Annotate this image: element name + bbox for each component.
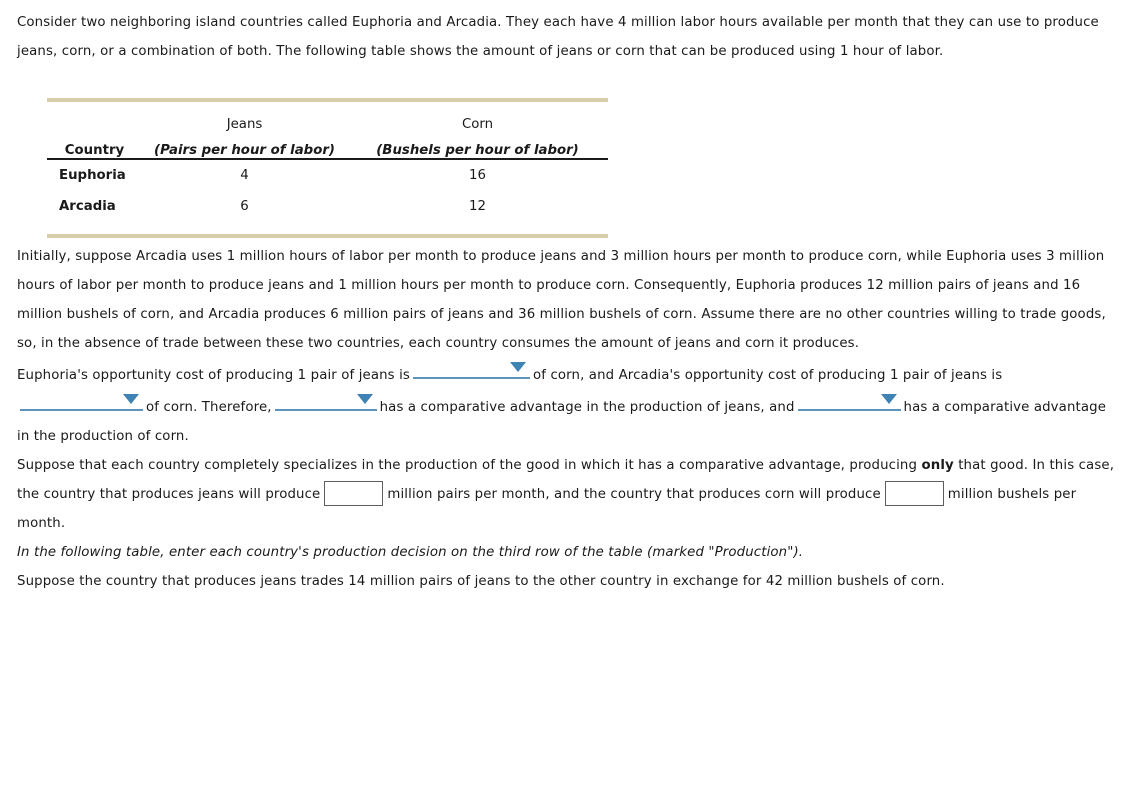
table-header-row-units: Country (Pairs per hour of labor) (Bushe… [47, 132, 608, 160]
jeans-comparative-advantage-select[interactable] [274, 390, 377, 411]
intro-paragraph: Consider two neighboring island countrie… [17, 15, 1099, 59]
opportunity-cost-text-segment-1: Euphoria's opportunity cost of producing… [17, 368, 410, 383]
header-blank-cell [47, 106, 142, 132]
chevron-down-icon [123, 394, 139, 404]
chevron-down-icon [356, 394, 373, 404]
labor-productivity-table: Jeans Corn Country (Pairs per hour of la… [47, 98, 608, 242]
table-row: Euphoria 4 16 [47, 159, 608, 191]
header-jeans-unit: (Pairs per hour of labor) [142, 132, 347, 160]
chevron-down-icon [880, 394, 897, 404]
row-jeans-value: 6 [240, 199, 249, 214]
opportunity-cost-paragraph: Euphoria's opportunity cost of producing… [17, 358, 1117, 451]
row-corn-value: 12 [469, 199, 486, 214]
corn-production-input[interactable] [884, 480, 944, 506]
opportunity-cost-text-segment-2: of corn, and Arcadia's opportunity cost … [533, 368, 1003, 383]
row-country-name: Arcadia [59, 199, 116, 214]
row-country-name: Euphoria [59, 168, 126, 183]
table-spacer-cell [347, 222, 608, 236]
table-header-row-goods: Jeans Corn [47, 106, 608, 132]
header-jeans-label: Jeans [226, 117, 263, 132]
table-spacer-cell [142, 222, 347, 236]
specialization-text-segment-3: million pairs per month, and the country… [387, 487, 881, 502]
row-jeans-value: 4 [240, 168, 249, 183]
header-country-label: Country [47, 132, 142, 160]
trade-paragraph: Suppose the country that produces jeans … [17, 574, 945, 589]
specialization-paragraph: Suppose that each country completely spe… [17, 451, 1117, 538]
question-page: Consider two neighboring island countrie… [0, 0, 1134, 795]
arcadia-opportunity-cost-select[interactable] [20, 390, 143, 411]
table-row: Arcadia 6 12 [47, 191, 608, 222]
specialization-emphasis: only [921, 458, 954, 473]
specialization-text-segment-1: Suppose that each country completely spe… [17, 458, 918, 473]
header-corn-label: Corn [461, 117, 494, 132]
production-table-container: Jeans Corn Country (Pairs per hour of la… [47, 98, 608, 242]
table-instruction-note: In the following table, enter each count… [17, 545, 804, 560]
table-spacer-row [47, 222, 608, 236]
header-corn-unit: (Bushels per hour of labor) [347, 132, 608, 160]
table-spacer-cell [47, 222, 142, 236]
chevron-down-icon [510, 362, 526, 372]
jeans-production-input[interactable] [324, 480, 384, 506]
corn-comparative-advantage-select[interactable] [797, 390, 901, 411]
initial-allocation-paragraph: Initially, suppose Arcadia uses 1 millio… [17, 249, 1106, 351]
row-corn-value: 16 [469, 168, 486, 183]
opportunity-cost-text-segment-3: of corn. Therefore, [146, 400, 272, 415]
opportunity-cost-text-segment-4: has a comparative advantage in the produ… [379, 400, 795, 415]
euphoria-opportunity-cost-select[interactable] [413, 358, 530, 379]
